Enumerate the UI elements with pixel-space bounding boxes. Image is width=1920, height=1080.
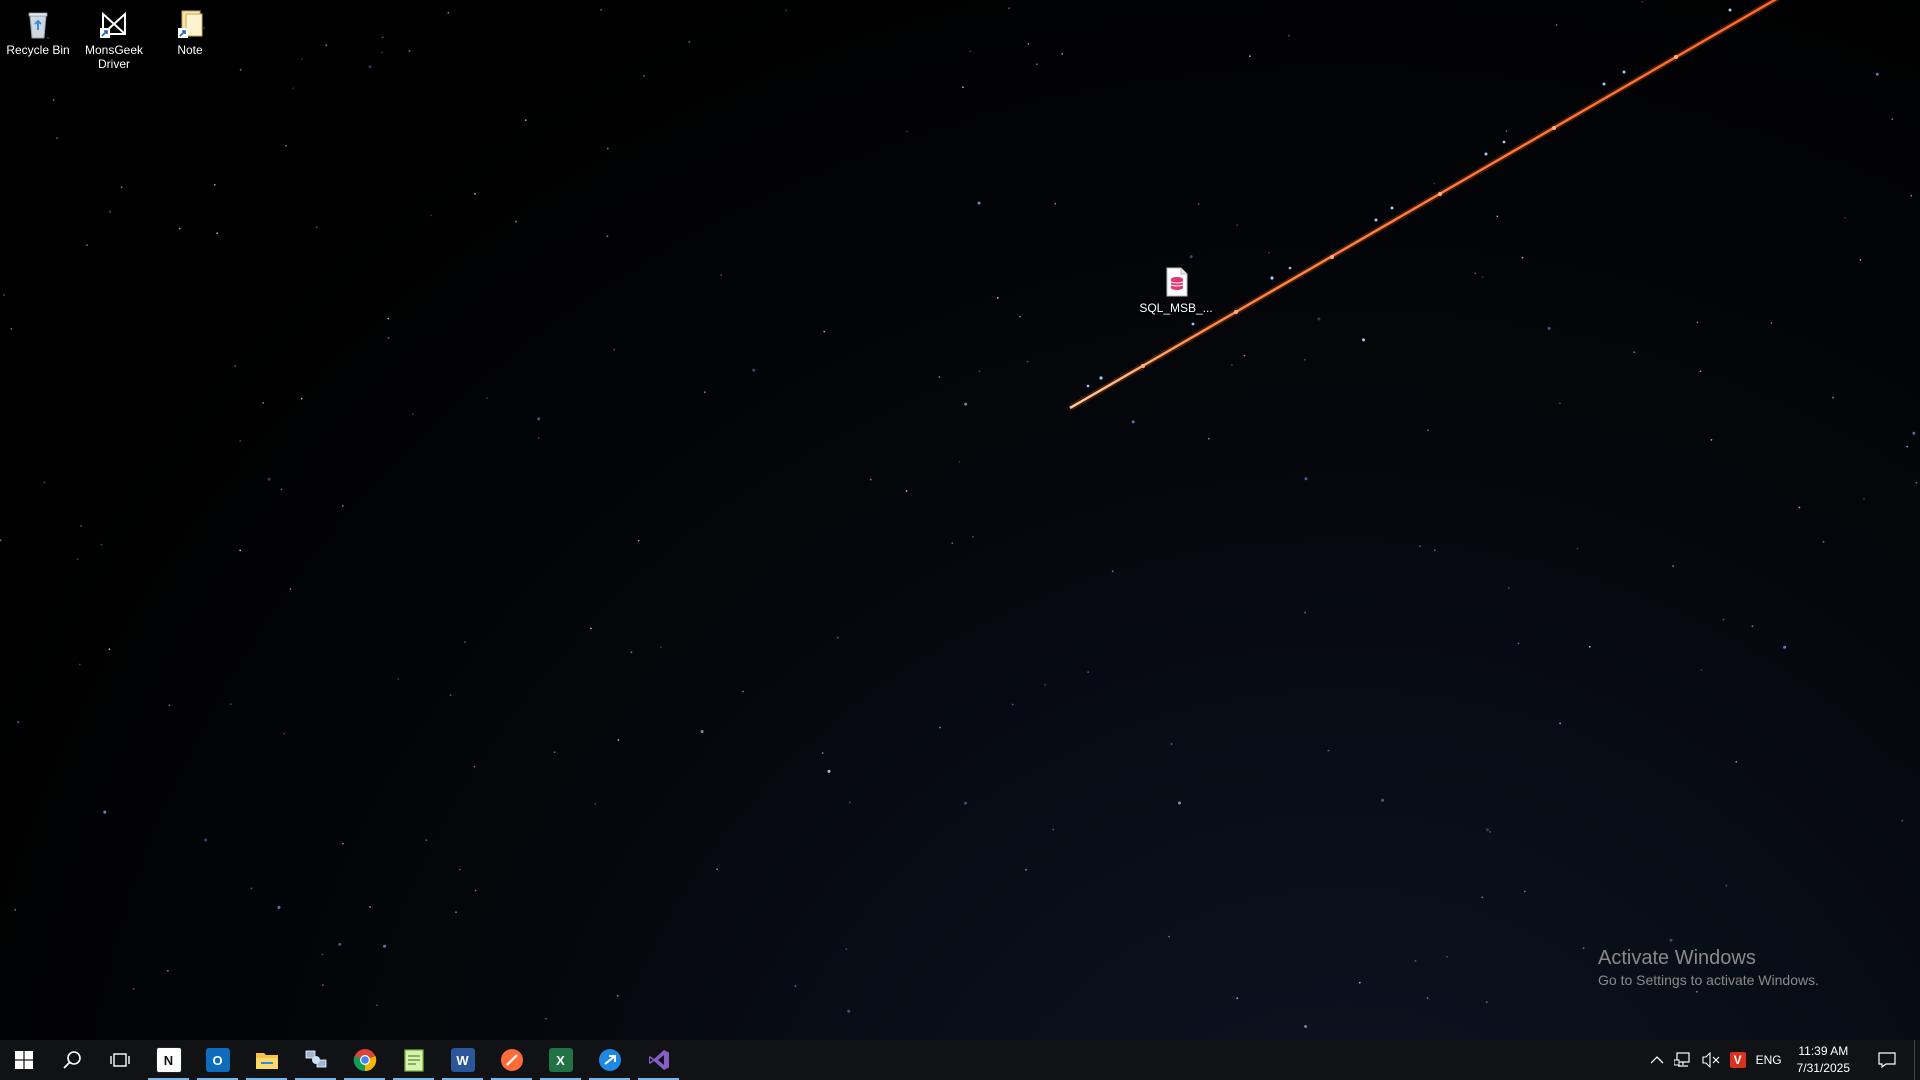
clock-date: 7/31/2025 (1796, 1061, 1850, 1075)
volume-muted-icon (1702, 1052, 1720, 1068)
desktop-icon-monsgeek-driver[interactable]: MonsGeek Driver (76, 8, 152, 71)
clock-time: 11:39 AM (1798, 1044, 1849, 1058)
watermark-title: Activate Windows (1598, 947, 1756, 969)
desktop-icon-label: Recycle Bin (6, 43, 70, 57)
desktop-icon-label: SQL_MSB_... (1139, 301, 1213, 315)
sql-file-icon (1166, 267, 1188, 297)
desktop-icon-label: Note (177, 43, 203, 57)
notepad-plus-icon (403, 1049, 424, 1072)
outlook-icon: O (205, 1048, 230, 1072)
desktop-icon-note[interactable]: Note (152, 8, 228, 57)
taskbar: N O W X V ENG 11:39 AM 7/31/2025 (0, 1040, 1920, 1080)
language-indicator: ENG (1755, 1053, 1782, 1067)
network-status-button[interactable] (1669, 1040, 1697, 1080)
desktop: Recycle Bin MonsGeek Driver Note SQL_MSB… (0, 0, 1920, 1040)
desktop-icon-recycle-bin[interactable]: Recycle Bin (0, 8, 76, 57)
taskbar-app-remote[interactable] (585, 1040, 634, 1080)
chevron-up-icon (1650, 1056, 1664, 1064)
taskbar-app-network-tool[interactable] (291, 1040, 340, 1080)
windows-start-icon (15, 1051, 33, 1069)
notification-icon (1878, 1052, 1896, 1068)
volume-button[interactable] (1697, 1040, 1725, 1080)
input-language-button[interactable]: ENG (1751, 1040, 1787, 1080)
note-icon (178, 10, 203, 38)
network-tool-icon (305, 1050, 326, 1068)
taskbar-app-outlook[interactable]: O (193, 1040, 242, 1080)
taskbar-app-chrome[interactable] (340, 1040, 389, 1080)
remote-app-icon (598, 1049, 621, 1071)
taskbar-app-notion[interactable]: N (144, 1040, 193, 1080)
taskbar-app-postman[interactable] (487, 1040, 536, 1080)
taskbar-app-notepad-plus[interactable] (389, 1040, 438, 1080)
visual-studio-icon (648, 1050, 669, 1070)
notion-icon: N (155, 1047, 182, 1073)
search-icon (63, 1051, 81, 1069)
taskbar-app-excel[interactable]: X (536, 1040, 585, 1080)
excel-icon: X (548, 1048, 573, 1072)
task-view-button[interactable] (96, 1040, 144, 1080)
system-tray: V ENG 11:39 AM 7/31/2025 (1645, 1040, 1920, 1080)
taskbar-app-visual-studio[interactable] (634, 1040, 683, 1080)
show-desktop-button[interactable] (1914, 1040, 1920, 1080)
taskbar-app-word[interactable]: W (438, 1040, 487, 1080)
monsgeek-driver-icon (100, 11, 126, 38)
postman-icon (500, 1049, 523, 1071)
word-icon: W (450, 1048, 475, 1072)
search-button[interactable] (48, 1040, 96, 1080)
network-wired-icon (1673, 1052, 1690, 1067)
clock-button[interactable]: 11:39 AM 7/31/2025 (1787, 1040, 1860, 1080)
watermark-subtitle: Go to Settings to activate Windows. (1598, 972, 1819, 988)
start-button[interactable] (0, 1040, 48, 1080)
chrome-icon (353, 1049, 376, 1072)
vivaldi-icon: V (1729, 1052, 1746, 1068)
meteor-streak (1068, 0, 1780, 411)
task-view-icon (110, 1053, 130, 1067)
activate-windows-watermark: Activate Windows Go to Settings to activ… (1598, 946, 1819, 990)
desktop-icon-sql-file[interactable]: SQL_MSB_... (1138, 266, 1214, 315)
recycle-bin-icon (28, 12, 48, 39)
file-explorer-icon (255, 1053, 278, 1069)
desktop-icon-label: MonsGeek Driver (84, 43, 144, 71)
taskbar-app-file-explorer[interactable] (242, 1040, 291, 1080)
vivaldi-tray-button[interactable]: V (1725, 1040, 1751, 1080)
action-center-button[interactable] (1860, 1040, 1914, 1080)
show-hidden-icons-button[interactable] (1645, 1040, 1669, 1080)
